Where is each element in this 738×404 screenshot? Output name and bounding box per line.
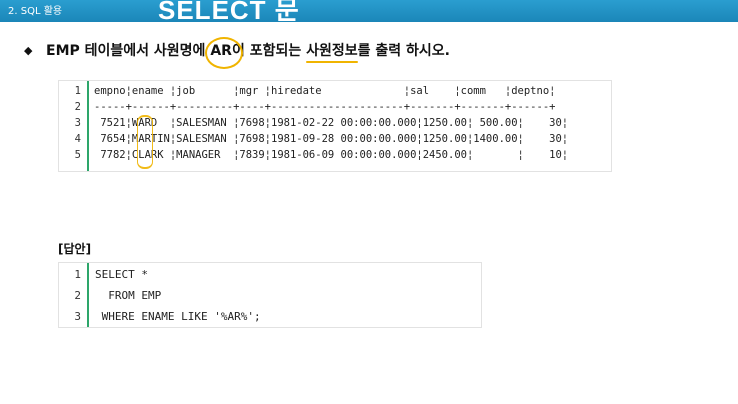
circle-annotation bbox=[205, 37, 244, 69]
underlined-phrase: 사원정보 bbox=[306, 40, 358, 63]
result-separator-row: -----+------+---------+----+------------… bbox=[94, 101, 556, 113]
line-number: 1 bbox=[74, 85, 81, 97]
keyword-highlight: AR bbox=[205, 37, 244, 69]
slide-title: SELECT 문 bbox=[158, 0, 300, 22]
result-header-row: empno¦ename ¦job ¦mgr ¦hiredate ¦sal ¦co… bbox=[94, 85, 556, 97]
line-number: 4 bbox=[74, 133, 81, 145]
line-number: 2 bbox=[74, 101, 81, 113]
answer-code-box: 1 2 3 SELECT * FROM EMP WHERE ENAME LIKE… bbox=[58, 262, 482, 328]
line-number: 5 bbox=[74, 149, 81, 161]
result-row: 7782¦CLARK ¦MANAGER ¦7839¦1981-06-09 00:… bbox=[94, 149, 569, 161]
line-number: 3 bbox=[74, 310, 81, 323]
sql-line: WHERE ENAME LIKE '%AR%'; bbox=[95, 310, 261, 323]
sql-line: FROM EMP bbox=[95, 289, 162, 302]
result-row: 7521¦WARD ¦SALESMAN ¦7698¦1981-02-22 00:… bbox=[94, 117, 569, 129]
line-number: 2 bbox=[74, 289, 81, 302]
section-label: 2. SQL 활용 bbox=[8, 6, 63, 17]
underline-annotation bbox=[306, 61, 358, 63]
question-text: ◆ EMP 테이블에서 사원명에 AR 이 포함되는 사원정보 를 출력 하시오. bbox=[24, 37, 450, 69]
question-part-before: EMP 테이블에서 사원명에 bbox=[46, 43, 211, 59]
diamond-bullet-icon: ◆ bbox=[24, 44, 33, 57]
line-number: 1 bbox=[74, 268, 81, 281]
line-number: 3 bbox=[74, 117, 81, 129]
sql-line: SELECT * bbox=[95, 268, 148, 281]
question-part-middle: 이 포함되는 bbox=[231, 43, 307, 59]
header-bar: 2. SQL 활용 SELECT 문 bbox=[0, 0, 738, 22]
question-underlined: 사원정보 bbox=[306, 43, 358, 59]
column-highlight-annotation bbox=[137, 115, 153, 169]
question-part-after: 를 출력 하시오. bbox=[357, 43, 450, 59]
answer-label: [답안] bbox=[58, 242, 92, 256]
result-row: 7654¦MARTIN¦SALESMAN ¦7698¦1981-09-28 00… bbox=[94, 133, 569, 145]
